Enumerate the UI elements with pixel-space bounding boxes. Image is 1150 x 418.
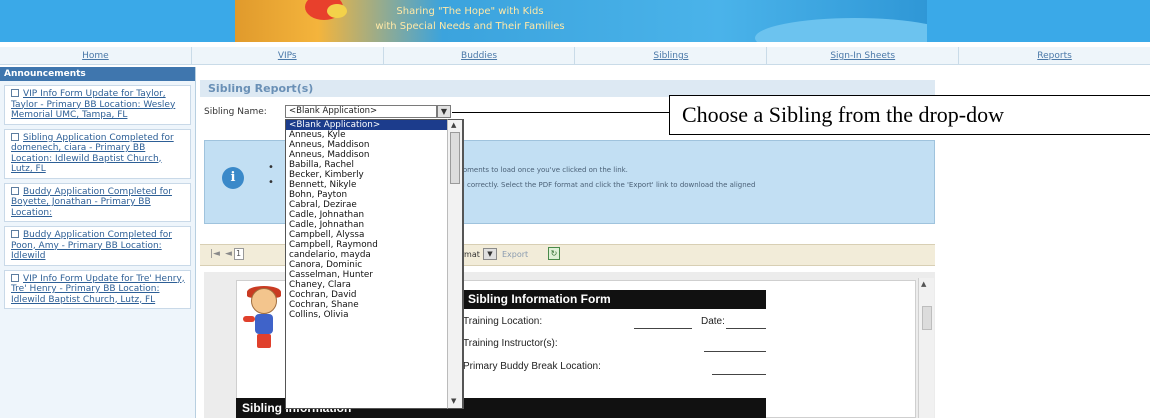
- announcement-item: Buddy Application Completed for Poon, Am…: [4, 226, 191, 266]
- dropdown-option[interactable]: Campbell, Raymond: [286, 240, 463, 250]
- dropdown-option[interactable]: Becker, Kimberly: [286, 170, 463, 180]
- checkbox-icon[interactable]: [11, 132, 19, 141]
- bullet-icon: •: [268, 177, 274, 188]
- dropdown-option[interactable]: Anneus, Maddison: [286, 140, 463, 150]
- kid-mascot-icon: [243, 286, 291, 350]
- chevron-down-icon[interactable]: ▼: [437, 105, 451, 118]
- training-instructor-line: [704, 351, 766, 352]
- main-nav: Home VIPs Buddies Siblings Sign-In Sheet…: [0, 47, 1150, 65]
- page-number-input[interactable]: 1: [234, 248, 244, 260]
- scroll-up-icon[interactable]: ▲: [921, 280, 926, 288]
- nav-siblings[interactable]: Siblings: [575, 47, 768, 64]
- checkbox-icon[interactable]: [11, 89, 19, 97]
- primary-location-label: Primary Buddy Break Location:: [463, 361, 601, 372]
- form-title: Sibling Information Form: [462, 290, 766, 309]
- sibling-name-select[interactable]: <Blank Application>: [285, 105, 437, 118]
- dropdown-option[interactable]: candelario, mayda: [286, 250, 463, 260]
- dropdown-option[interactable]: Chaney, Clara: [286, 280, 463, 290]
- announcement-item: Sibling Application Completed for domene…: [4, 128, 191, 179]
- banner-tagline-line2: with Special Needs and Their Families: [375, 21, 565, 32]
- refresh-icon[interactable]: ↻: [548, 247, 560, 260]
- site-banner: Sharing "The Hope" with Kids with Specia…: [235, 0, 927, 42]
- dropdown-option[interactable]: Bohn, Payton: [286, 190, 463, 200]
- date-line: [726, 328, 766, 329]
- announcement-link[interactable]: Buddy Application Completed for Poon, Am…: [11, 230, 172, 261]
- dropdown-option[interactable]: Collins, Olivia: [286, 310, 463, 320]
- export-link[interactable]: Export: [502, 250, 528, 259]
- dropdown-option[interactable]: Babilla, Rachel: [286, 160, 463, 170]
- banner-tagline-line1: Sharing "The Hope" with Kids: [396, 6, 544, 17]
- nav-sign-in-sheets[interactable]: Sign-In Sheets: [767, 47, 960, 64]
- prev-page-icon[interactable]: ◄: [225, 249, 232, 259]
- chevron-down-icon[interactable]: ▼: [483, 248, 497, 260]
- banner-right: [927, 0, 1150, 42]
- scroll-thumb[interactable]: [450, 132, 460, 184]
- announcement-link[interactable]: Sibling Application Completed for domene…: [11, 133, 174, 175]
- scroll-down-icon[interactable]: ▼: [451, 397, 456, 405]
- checkbox-icon[interactable]: [11, 273, 19, 282]
- dropdown-option[interactable]: Anneus, Maddison: [286, 150, 463, 160]
- dropdown-option[interactable]: Cochran, David: [286, 290, 463, 300]
- dropdown-option[interactable]: Canora, Dominic: [286, 260, 463, 270]
- nav-home[interactable]: Home: [0, 47, 192, 64]
- dropdown-option[interactable]: <Blank Application>: [286, 120, 463, 130]
- dropdown-scrollbar[interactable]: ▲ ▼: [447, 119, 463, 409]
- training-location-line: [634, 328, 692, 329]
- announcement-item: Buddy Application Completed for Boyette,…: [4, 182, 191, 222]
- checkbox-icon[interactable]: [11, 186, 19, 195]
- nav-reports[interactable]: Reports: [959, 47, 1150, 64]
- dropdown-option[interactable]: Cabral, Dezirae: [286, 200, 463, 210]
- banner-wave: [755, 18, 927, 42]
- dropdown-option[interactable]: Casselman, Hunter: [286, 270, 463, 280]
- announcement-link[interactable]: VIP Info Form Update for Taylor, Taylor …: [11, 89, 175, 120]
- scroll-up-icon[interactable]: ▲: [451, 121, 456, 129]
- announcements-title: Announcements: [0, 67, 195, 81]
- first-page-icon[interactable]: |◄: [210, 249, 220, 259]
- checkbox-icon[interactable]: [11, 230, 19, 238]
- dropdown-option[interactable]: Campbell, Alyssa: [286, 230, 463, 240]
- callout-pointer-line: [452, 112, 669, 113]
- info-icon: i: [222, 167, 244, 189]
- training-instructor-label: Training Instructor(s):: [463, 338, 558, 349]
- dropdown-option[interactable]: Cadle, Johnathan: [286, 220, 463, 230]
- nav-vips[interactable]: VIPs: [192, 47, 384, 64]
- info-text-line2: ed correctly. Select the PDF format and …: [456, 181, 756, 189]
- announcement-link[interactable]: Buddy Application Completed for Boyette,…: [11, 187, 172, 218]
- scroll-thumb[interactable]: [922, 306, 932, 330]
- dropdown-option[interactable]: Anneus, Kyle: [286, 130, 463, 140]
- date-label: Date:: [701, 316, 725, 327]
- banner-left: [0, 0, 235, 42]
- nav-buddies[interactable]: Buddies: [384, 47, 576, 64]
- announcements-sidebar: Announcements VIP Info Form Update for T…: [0, 67, 196, 418]
- report-scrollbar[interactable]: ▲: [918, 278, 934, 418]
- announcement-item: VIP Info Form Update for Taylor, Taylor …: [4, 85, 191, 125]
- training-location-label: Training Location:: [463, 316, 543, 327]
- sibling-name-label: Sibling Name:: [204, 107, 267, 117]
- sibling-dropdown-list[interactable]: <Blank Application> Anneus, Kyle Anneus,…: [285, 119, 464, 409]
- announcement-item: VIP Info Form Update for Tre' Henry, Tre…: [4, 269, 191, 309]
- dropdown-option[interactable]: Cadle, Johnathan: [286, 210, 463, 220]
- primary-location-line: [712, 374, 766, 375]
- info-text-line1: moments to load once you've clicked on t…: [456, 166, 628, 174]
- bullet-icon: •: [268, 162, 274, 173]
- dropdown-option[interactable]: Cochran, Shane: [286, 300, 463, 310]
- dropdown-option[interactable]: Bennett, Nikyle: [286, 180, 463, 190]
- instruction-callout: Choose a Sibling from the drop-dow: [669, 95, 1150, 135]
- announcement-link[interactable]: VIP Info Form Update for Tre' Henry, Tre…: [11, 274, 185, 305]
